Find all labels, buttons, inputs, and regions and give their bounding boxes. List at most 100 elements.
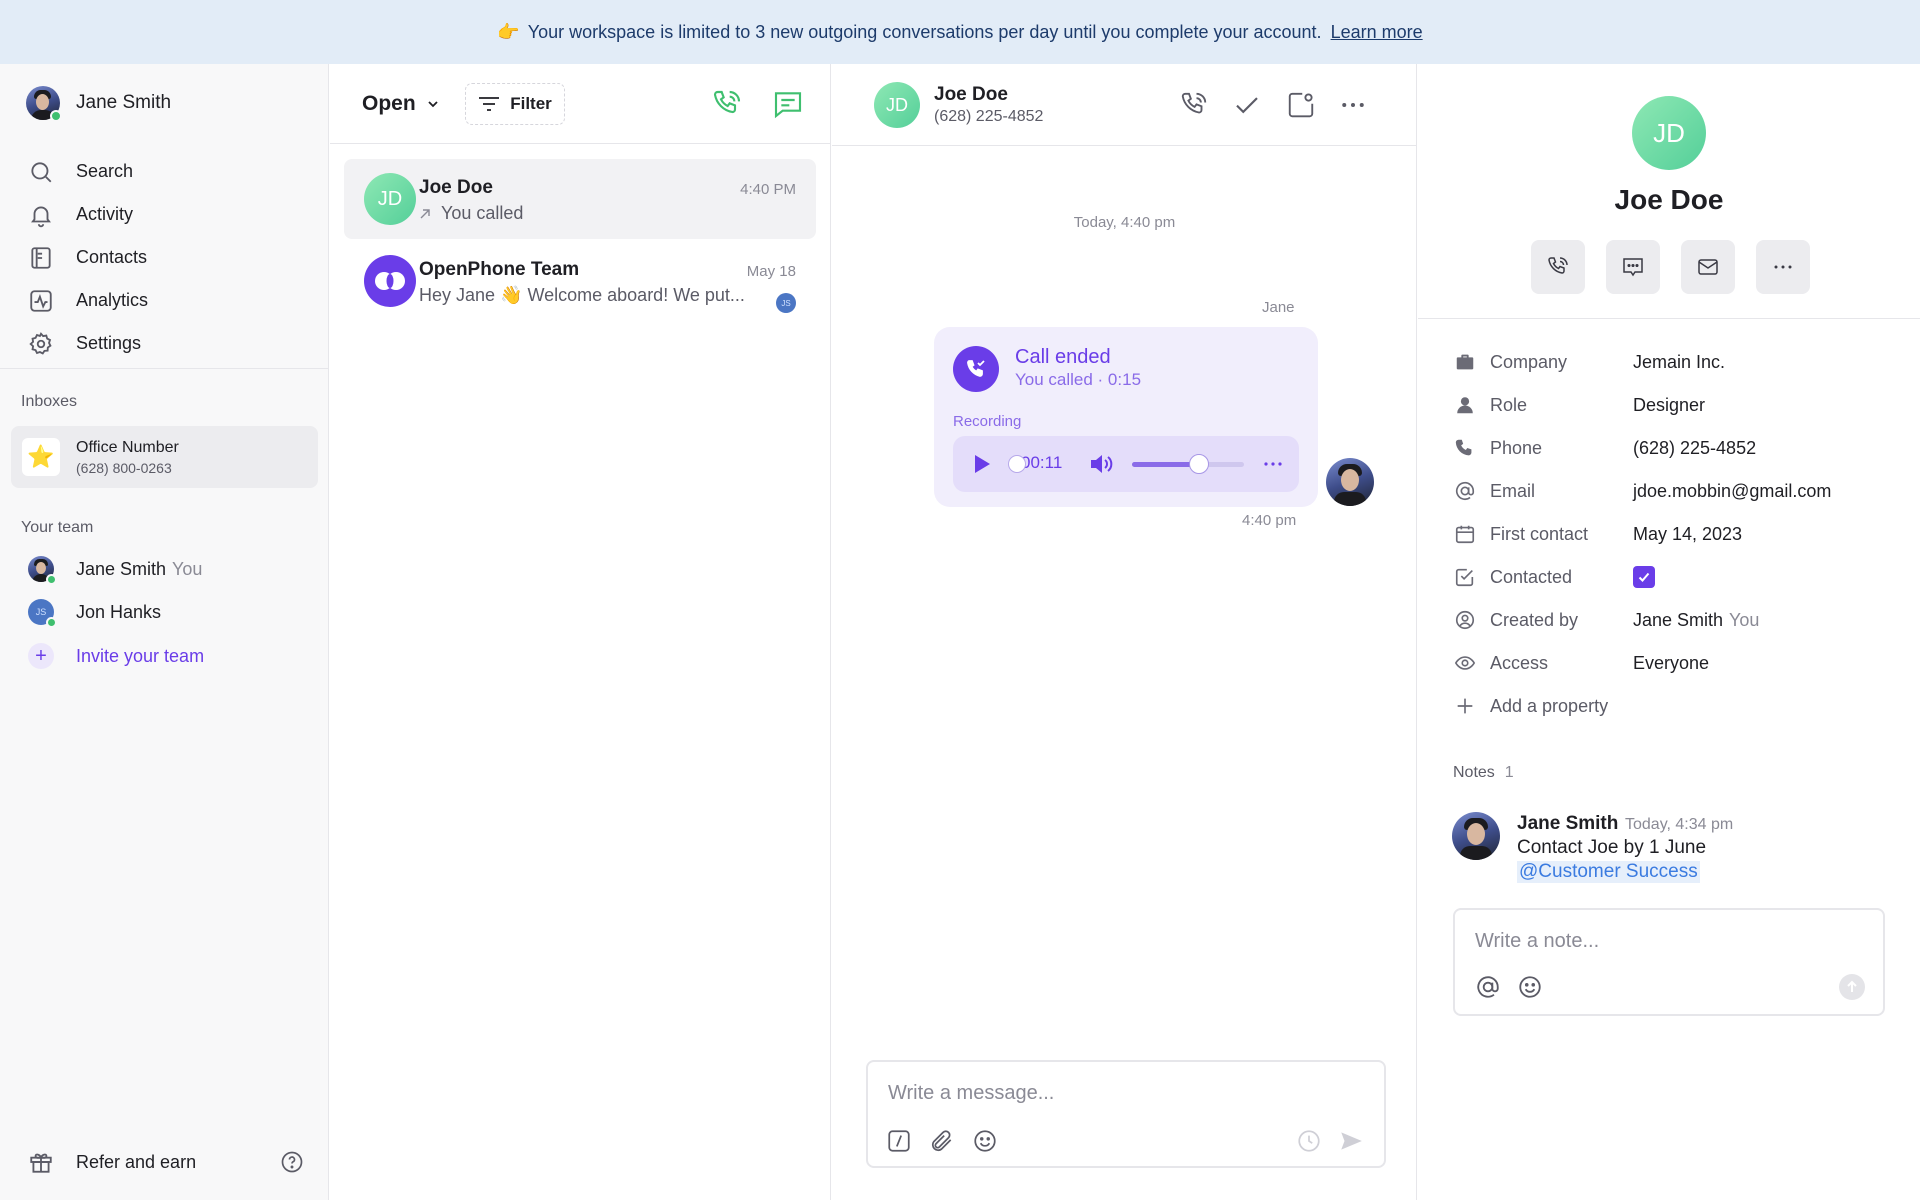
playback-scrubber[interactable] <box>1008 455 1026 473</box>
property-email[interactable]: Email jdoe.mobbin@gmail.com <box>1454 480 1831 502</box>
invite-team-button[interactable]: + Invite your team <box>28 643 204 669</box>
volume-slider[interactable] <box>1132 462 1244 467</box>
call-icon[interactable] <box>1179 90 1209 120</box>
sidebar-item-settings[interactable]: Settings <box>28 322 308 365</box>
conversation-list: Open Filter JD Joe Doe 4:40 PM You calle… <box>330 64 831 1200</box>
workspace-limit-banner: 👉 Your workspace is limited to 3 new out… <box>0 0 1920 64</box>
sidebar-item-search[interactable]: Search <box>28 150 308 193</box>
note-mention[interactable]: @Customer Success <box>1517 861 1700 883</box>
call-title: Call ended <box>1015 346 1111 368</box>
conversation-preview-text: You called <box>441 203 524 223</box>
slash-command-icon[interactable] <box>886 1128 912 1154</box>
check-icon[interactable] <box>1232 90 1262 120</box>
send-note-button[interactable] <box>1839 974 1865 1000</box>
avatar <box>1452 812 1500 860</box>
sidebar-item-label: Contacts <box>76 247 148 267</box>
star-icon: ⭐ <box>22 438 60 476</box>
recording-player: 00:11 <box>953 436 1299 492</box>
notes-header: Notes 1 <box>1453 764 1514 782</box>
check-icon <box>1638 572 1650 582</box>
conversation-item-joe-doe[interactable]: JD Joe Doe 4:40 PM You called <box>344 159 816 239</box>
property-role[interactable]: Role Designer <box>1454 394 1705 416</box>
avatar: JS <box>28 599 57 628</box>
status-dropdown[interactable]: Open <box>362 92 440 116</box>
contacted-checkbox[interactable] <box>1633 566 1655 588</box>
property-first-contact[interactable]: First contact May 14, 2023 <box>1454 523 1742 545</box>
property-value: Designer <box>1633 394 1706 415</box>
conversation-preview: You called <box>419 203 523 224</box>
conversation-name: Joe Doe <box>419 177 493 198</box>
sidebar-item-activity[interactable]: Activity <box>28 193 308 236</box>
inbox-office-number[interactable]: ⭐ Office Number (628) 800-0263 <box>11 426 318 488</box>
openphone-logo-icon <box>364 255 416 307</box>
sidebar-item-analytics[interactable]: Analytics <box>28 279 308 322</box>
call-button[interactable] <box>1531 240 1585 294</box>
sidebar-item-contacts[interactable]: Contacts <box>28 236 308 279</box>
property-contacted[interactable]: Contacted <box>1454 566 1655 588</box>
paperclip-icon[interactable] <box>929 1128 955 1154</box>
new-message-icon[interactable] <box>772 88 804 120</box>
property-key: Role <box>1490 394 1528 415</box>
property-key: Phone <box>1490 437 1543 458</box>
created-by-name: Jane Smith <box>1633 609 1724 630</box>
contact-name: Joe Doe <box>1614 184 1724 215</box>
help-icon[interactable] <box>280 1150 304 1174</box>
filter-button[interactable]: Filter <box>465 83 565 125</box>
recording-label: Recording <box>953 413 1022 430</box>
message-button[interactable] <box>1606 240 1660 294</box>
new-call-icon[interactable] <box>711 88 743 120</box>
volume-icon[interactable] <box>1089 452 1115 476</box>
contact-name: Joe Doe <box>934 84 1008 105</box>
note-composer[interactable]: Write a note... <box>1453 908 1885 1016</box>
volume-knob[interactable] <box>1189 454 1210 474</box>
email-button[interactable] <box>1681 240 1735 294</box>
current-user[interactable]: Jane Smith <box>26 86 171 122</box>
avatar <box>28 556 57 585</box>
panel-toggle-icon[interactable] <box>1286 90 1316 120</box>
note-input[interactable]: Write a note... <box>1475 930 1599 953</box>
divider <box>0 368 329 369</box>
property-created-by[interactable]: Created by Jane Smith You <box>1454 609 1759 631</box>
contacts-icon <box>31 246 51 269</box>
conversation-view: JD Joe Doe (628) 225-4852 Today, 4:40 pm… <box>832 64 1417 1200</box>
mention-icon[interactable] <box>1475 974 1501 1000</box>
chevron-down-icon <box>428 101 438 108</box>
property-phone[interactable]: Phone (628) 225-4852 <box>1454 437 1756 459</box>
call-icon <box>1548 257 1568 274</box>
contact-details-panel: JD Joe Doe Company Jemain Inc. Role Desi… <box>1418 64 1920 1200</box>
call-ended-icon <box>953 346 999 392</box>
more-actions-button[interactable] <box>1756 240 1810 294</box>
notes-label: Notes <box>1453 764 1495 781</box>
property-key: Email <box>1490 480 1536 501</box>
outgoing-arrow-icon <box>420 208 430 218</box>
send-icon[interactable] <box>1338 1128 1364 1154</box>
emoji-icon[interactable] <box>1517 974 1543 1000</box>
refer-and-earn-button[interactable]: Refer and earn <box>28 1149 304 1175</box>
inboxes-section-label: Inboxes <box>21 393 78 410</box>
conversation-preview: Hey Jane 👋 Welcome aboard! We put... <box>419 285 745 306</box>
property-key: Created by <box>1490 609 1579 630</box>
more-options-icon[interactable] <box>1261 452 1285 476</box>
property-access[interactable]: Access Everyone <box>1454 652 1709 674</box>
emoji-icon[interactable] <box>972 1128 998 1154</box>
envelope-icon <box>1698 259 1718 275</box>
assignee-avatar: JS <box>776 293 796 313</box>
sidebar: Jane Smith Search Activity Contacts Anal… <box>0 64 329 1200</box>
learn-more-link[interactable]: Learn more <box>1331 22 1423 43</box>
you-tag: You <box>1729 609 1760 630</box>
refer-label: Refer and earn <box>76 1151 197 1172</box>
add-property-button[interactable]: Add a property <box>1454 695 1608 717</box>
property-company[interactable]: Company Jemain Inc. <box>1454 351 1725 373</box>
avatar: JD <box>364 173 416 225</box>
message-input[interactable]: Write a message... <box>888 1082 1054 1105</box>
more-options-icon[interactable] <box>1338 90 1368 120</box>
conversation-item-openphone-team[interactable]: OpenPhone Team May 18 Hey Jane 👋 Welcome… <box>344 241 816 321</box>
you-tag: You <box>172 558 203 579</box>
team-member-jon-hanks[interactable]: JS Jon Hanks <box>28 599 161 628</box>
play-icon[interactable] <box>969 452 993 476</box>
team-member-jane-smith[interactable]: Jane Smith You <box>28 556 203 585</box>
person-icon <box>1457 397 1473 414</box>
message-composer[interactable]: Write a message... <box>866 1060 1386 1168</box>
schedule-clock-icon[interactable] <box>1296 1128 1322 1154</box>
sidebar-item-label: Search <box>76 161 134 181</box>
